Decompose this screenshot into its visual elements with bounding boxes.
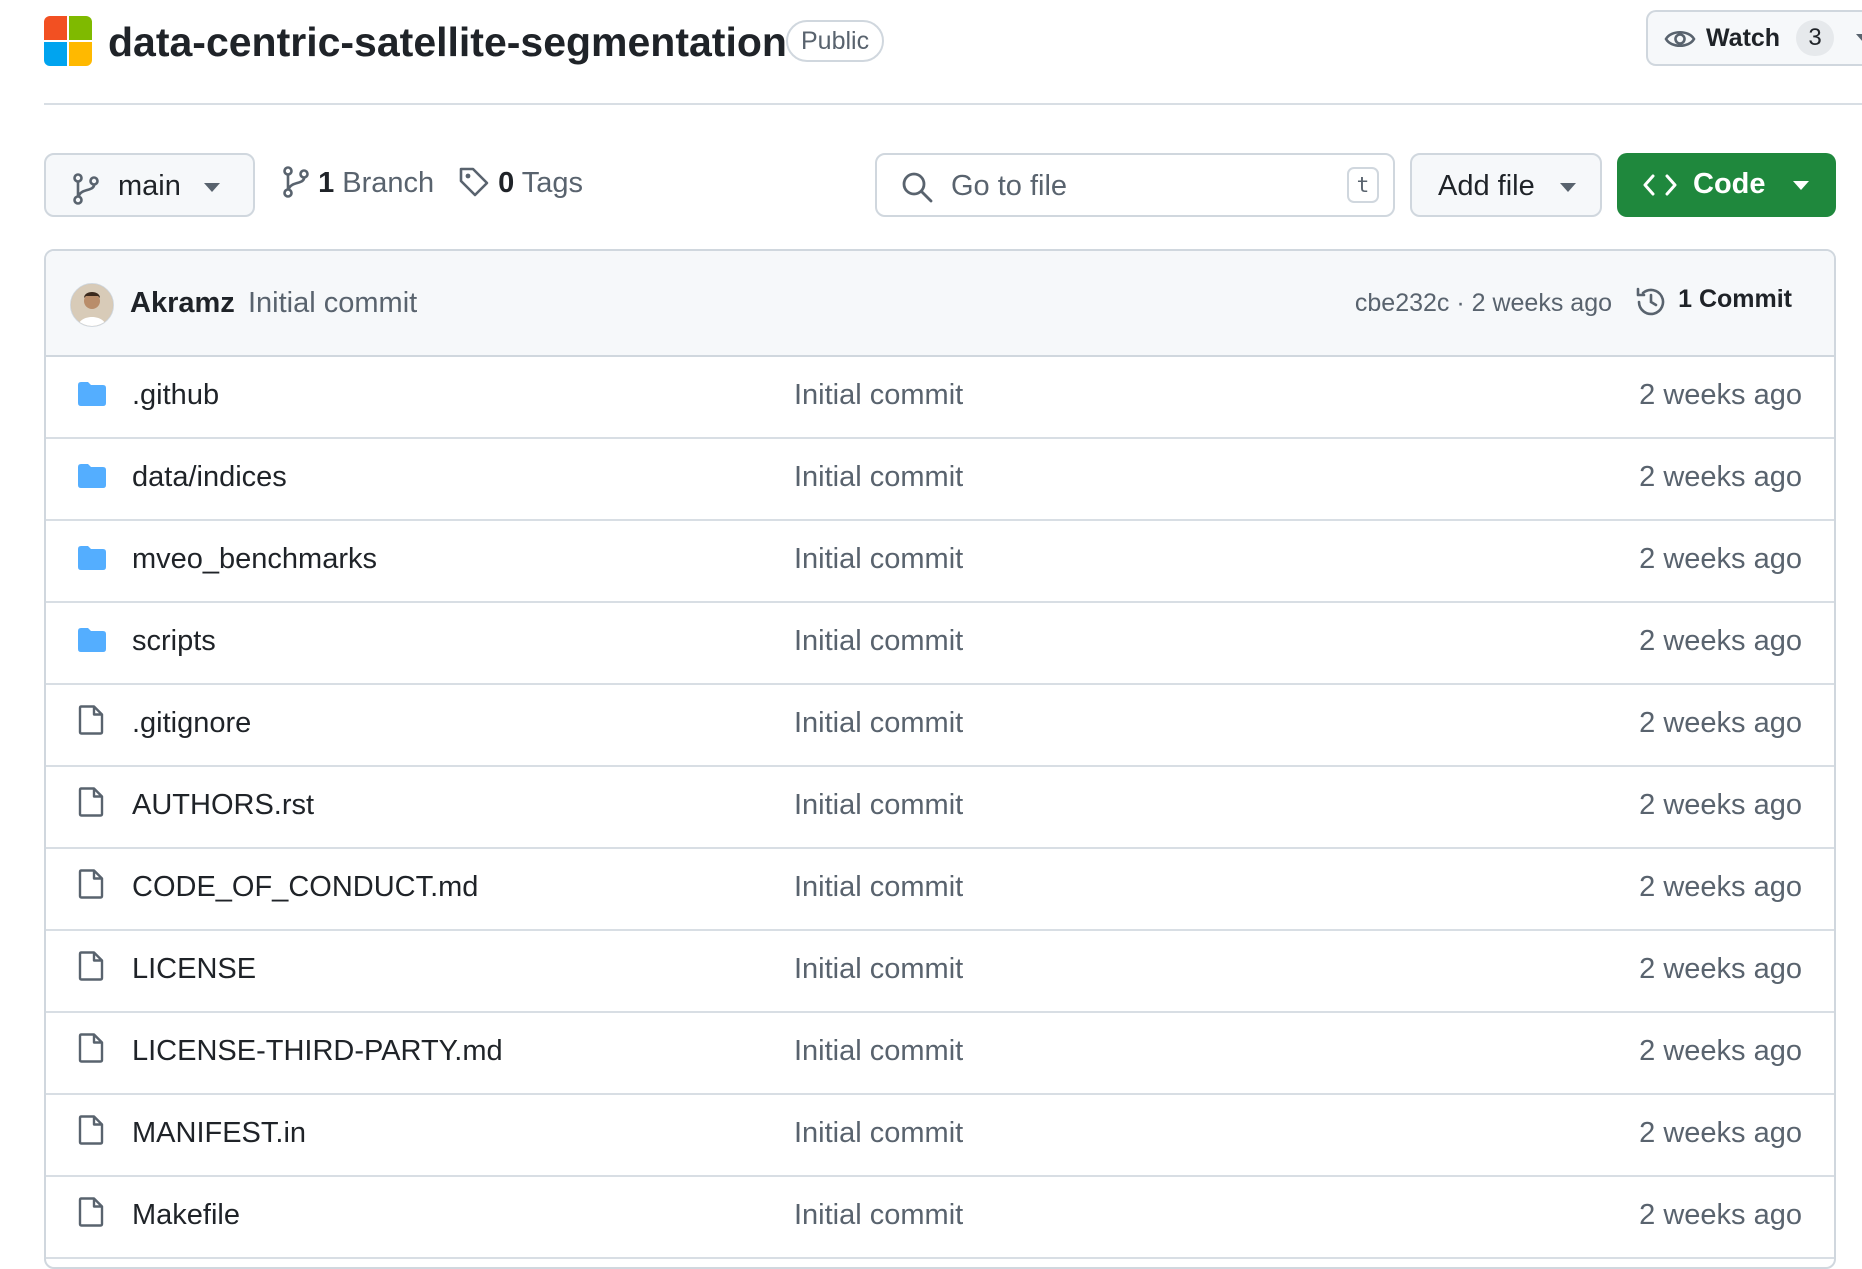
commit-author[interactable]: Akramz xyxy=(130,287,235,320)
file-icon xyxy=(78,1197,104,1232)
latest-commit-bar: Akramz Initial commit cbe232c · 2 weeks … xyxy=(46,251,1834,357)
tag-count: 0 xyxy=(498,167,515,199)
branch-count: 1 xyxy=(318,167,335,199)
history-icon xyxy=(1634,285,1668,326)
file-name-link[interactable]: .github xyxy=(132,379,219,412)
tags-link[interactable]: 0 Tags xyxy=(458,166,583,200)
file-icon xyxy=(78,1033,104,1068)
file-commit-message-link[interactable]: Initial commit xyxy=(794,461,963,494)
file-icon xyxy=(78,869,104,904)
git-branch-icon xyxy=(72,173,100,210)
code-label: Code xyxy=(1693,168,1766,200)
file-commit-message-link[interactable]: Initial commit xyxy=(794,1035,963,1068)
file-icon xyxy=(78,705,104,740)
file-commit-message-link[interactable]: Initial commit xyxy=(794,1117,963,1150)
file-name-link[interactable]: LICENSE-THIRD-PARTY.md xyxy=(132,1035,503,1068)
file-commit-date: 2 weeks ago xyxy=(1639,871,1802,903)
commit-message[interactable]: Initial commit xyxy=(248,287,417,320)
file-commit-message-link[interactable]: Initial commit xyxy=(794,707,963,740)
tag-label: Tags xyxy=(521,167,584,199)
folder-icon xyxy=(78,545,106,576)
file-commit-message-link[interactable]: Initial commit xyxy=(794,871,963,904)
file-commit-date: 2 weeks ago xyxy=(1639,625,1802,657)
file-table: Akramz Initial commit cbe232c · 2 weeks … xyxy=(44,249,1836,1269)
folder-icon xyxy=(78,381,106,412)
watch-count: 3 xyxy=(1796,20,1834,56)
add-file-button[interactable]: Add file xyxy=(1410,153,1602,217)
eye-icon xyxy=(1664,26,1696,57)
file-commit-date: 2 weeks ago xyxy=(1639,789,1802,821)
commit-hash-and-time[interactable]: cbe232c · 2 weeks ago xyxy=(1355,289,1612,318)
chevron-down-icon xyxy=(204,183,220,192)
commit-history-link[interactable]: 1 Commit xyxy=(1636,285,1792,316)
search-placeholder: Go to file xyxy=(951,170,1068,202)
file-row[interactable]: .github Initial commit 2 weeks ago xyxy=(46,357,1834,439)
file-name-link[interactable]: CODE_OF_CONDUCT.md xyxy=(132,871,478,904)
file-commit-date: 2 weeks ago xyxy=(1639,953,1802,985)
file-row[interactable]: Makefile Initial commit 2 weeks ago xyxy=(46,1177,1834,1259)
file-commit-date: 2 weeks ago xyxy=(1639,1199,1802,1231)
file-icon xyxy=(78,951,104,986)
file-commit-date: 2 weeks ago xyxy=(1639,461,1802,493)
branch-name: main xyxy=(118,170,181,202)
file-name-link[interactable]: data/indices xyxy=(132,461,287,494)
go-to-file-input[interactable]: Go to file t xyxy=(875,153,1395,217)
file-row[interactable]: CODE_OF_CONDUCT.md Initial commit 2 weeks … xyxy=(46,849,1834,931)
file-commit-date: 2 weeks ago xyxy=(1639,1035,1802,1067)
file-row[interactable]: data/indices Initial commit 2 weeks ago xyxy=(46,439,1834,521)
microsoft-logo-icon xyxy=(44,16,92,66)
add-file-label: Add file xyxy=(1438,170,1535,202)
file-list: .github Initial commit 2 weeks ago data/ind… xyxy=(46,357,1834,1259)
file-commit-message-link[interactable]: Initial commit xyxy=(794,625,963,658)
file-commit-message-link[interactable]: Initial commit xyxy=(794,789,963,822)
file-name-link[interactable]: .gitignore xyxy=(132,707,251,740)
keyboard-shortcut-hint: t xyxy=(1347,167,1379,203)
file-name-link[interactable]: LICENSE xyxy=(132,953,256,986)
file-row[interactable]: scripts Initial commit 2 weeks ago xyxy=(46,603,1834,685)
avatar[interactable] xyxy=(70,283,114,327)
file-row[interactable]: LICENSE-THIRD-PARTY.md Initial commit 2 we… xyxy=(46,1013,1834,1095)
file-commit-date: 2 weeks ago xyxy=(1639,379,1802,411)
file-row[interactable]: MANIFEST.in Initial commit 2 weeks ago xyxy=(46,1095,1834,1177)
file-row[interactable]: LICENSE Initial commit 2 weeks ago xyxy=(46,931,1834,1013)
file-name-link[interactable]: scripts xyxy=(132,625,216,658)
file-name-link[interactable]: mveo_benchmarks xyxy=(132,543,377,576)
branches-link[interactable]: 1 Branch xyxy=(282,166,434,200)
git-branch-icon xyxy=(283,166,309,198)
file-commit-date: 2 weeks ago xyxy=(1639,1117,1802,1149)
visibility-badge: Public xyxy=(786,20,885,62)
file-icon xyxy=(78,1115,104,1150)
file-name-link[interactable]: MANIFEST.in xyxy=(132,1117,306,1150)
commit-count-label: 1 Commit xyxy=(1678,285,1792,313)
file-name-link[interactable]: AUTHORS.rst xyxy=(132,789,314,822)
file-row[interactable]: .gitignore Initial commit 2 weeks ago xyxy=(46,685,1834,767)
file-row[interactable]: mveo_benchmarks Initial commit 2 weeks ago xyxy=(46,521,1834,603)
watch-label: Watch xyxy=(1706,24,1781,52)
file-name-link[interactable]: Makefile xyxy=(132,1199,240,1232)
chevron-down-icon xyxy=(1793,181,1809,190)
watch-button[interactable]: Watch 3 xyxy=(1646,10,1862,66)
file-commit-message-link[interactable]: Initial commit xyxy=(794,953,963,986)
branch-selector-button[interactable]: main xyxy=(44,153,255,217)
search-icon xyxy=(901,171,933,208)
repo-name[interactable]: data-centric-satellite-segmentation xyxy=(108,14,787,70)
branch-label: Branch xyxy=(342,167,435,199)
chevron-down-icon xyxy=(1560,183,1576,192)
code-icon xyxy=(1643,172,1677,203)
file-commit-message-link[interactable]: Initial commit xyxy=(794,543,963,576)
file-commit-date: 2 weeks ago xyxy=(1639,707,1802,739)
folder-icon xyxy=(78,463,106,494)
code-button[interactable]: Code xyxy=(1617,153,1836,217)
file-commit-message-link[interactable]: Initial commit xyxy=(794,1199,963,1232)
file-icon xyxy=(78,787,104,822)
chevron-down-icon xyxy=(1856,34,1862,42)
tag-icon xyxy=(459,167,489,197)
file-row[interactable]: AUTHORS.rst Initial commit 2 weeks ago xyxy=(46,767,1834,849)
file-commit-date: 2 weeks ago xyxy=(1639,543,1802,575)
header-divider xyxy=(44,103,1862,105)
folder-icon xyxy=(78,627,106,658)
file-commit-message-link[interactable]: Initial commit xyxy=(794,379,963,412)
